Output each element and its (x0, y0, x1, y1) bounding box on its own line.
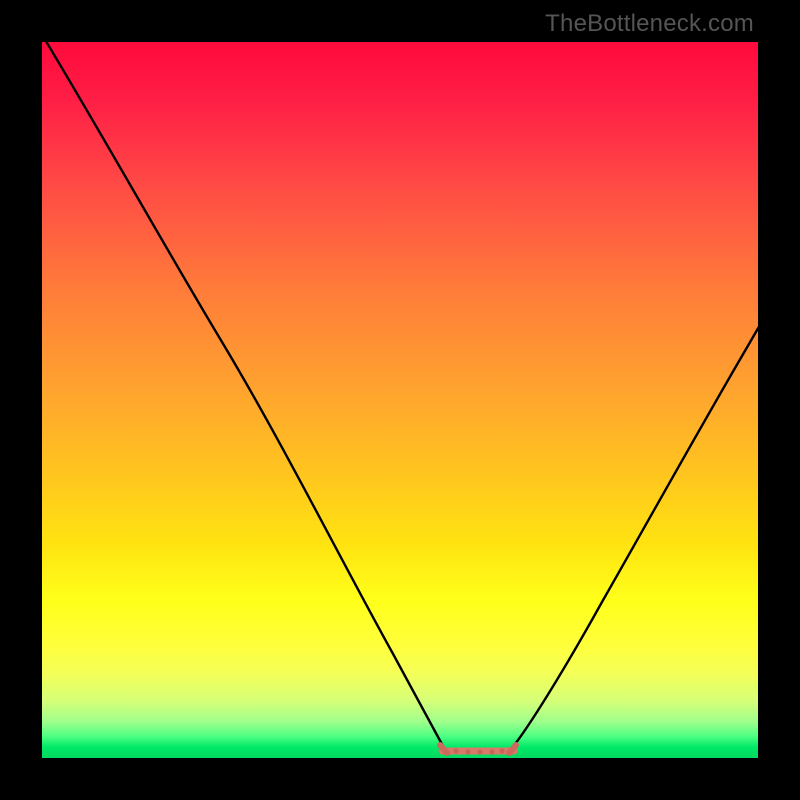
optimal-range-dot (453, 748, 458, 753)
plot-area (42, 42, 758, 758)
left-curve (44, 42, 444, 748)
optimal-range-dot (499, 748, 504, 753)
chart-frame: TheBottleneck.com (0, 0, 800, 800)
optimal-range-dot (465, 749, 470, 754)
chart-svg (42, 42, 758, 758)
right-curve (512, 325, 758, 748)
brand-watermark: TheBottleneck.com (545, 10, 754, 38)
optimal-range-dot (477, 749, 482, 754)
optimal-range-dot (489, 749, 494, 754)
optimal-range-marker (440, 745, 516, 755)
